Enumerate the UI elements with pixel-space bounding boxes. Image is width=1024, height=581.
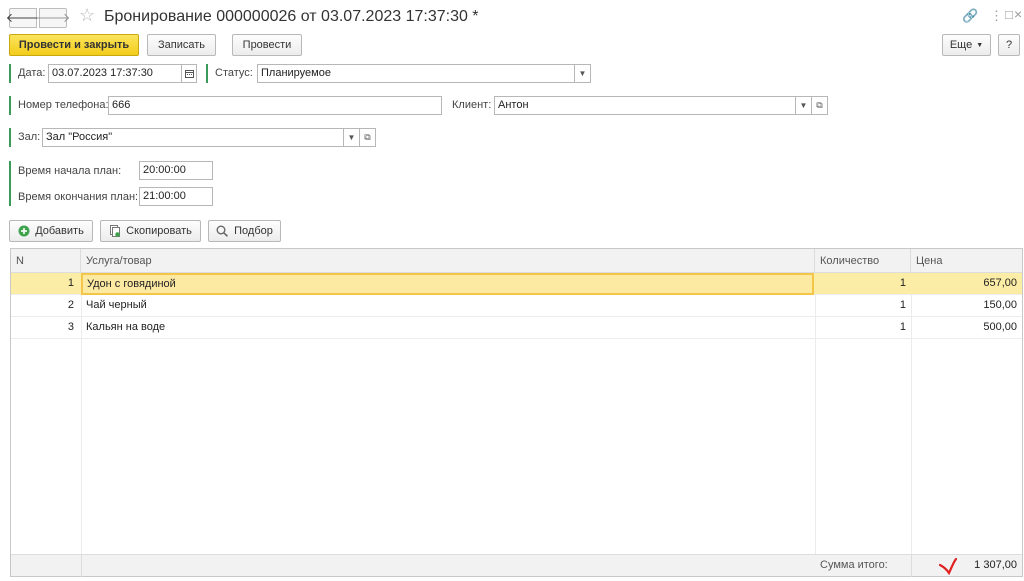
back-button[interactable]: 🡐 bbox=[6, 8, 40, 28]
open-icon[interactable]: ⧉ bbox=[360, 128, 376, 147]
row-price[interactable]: 150,00 bbox=[911, 295, 1022, 317]
row-qty[interactable]: 1 bbox=[815, 273, 911, 295]
row-price[interactable]: 500,00 bbox=[911, 317, 1022, 339]
start-time-label: Время начала план: bbox=[18, 165, 122, 177]
checkmark-annotation-icon bbox=[938, 557, 958, 576]
pick-button[interactable]: Подбор bbox=[208, 220, 281, 242]
client-label: Клиент: bbox=[452, 99, 492, 111]
total-label: Сумма итого: bbox=[820, 559, 888, 571]
row-item[interactable]: Удон с говядиной bbox=[81, 273, 814, 295]
phone-label: Номер телефона: bbox=[18, 99, 109, 111]
link-icon[interactable]: 🔗 bbox=[962, 8, 978, 24]
end-time-label: Время окончания план: bbox=[18, 191, 139, 203]
status-select[interactable]: Планируемое bbox=[257, 64, 575, 83]
post-button[interactable]: Провести bbox=[232, 34, 302, 56]
required-marker bbox=[9, 96, 11, 115]
chevron-down-icon[interactable]: ▼ bbox=[344, 128, 360, 147]
maximize-icon[interactable]: □ bbox=[1005, 7, 1013, 22]
save-button[interactable]: Записать bbox=[147, 34, 216, 56]
hall-label: Зал: bbox=[18, 131, 41, 143]
required-marker bbox=[206, 64, 208, 83]
copy-icon bbox=[110, 225, 121, 237]
services-table[interactable]: N Услуга/товар Количество Цена 1 Удон с … bbox=[10, 248, 1023, 577]
status-label: Статус: bbox=[215, 67, 253, 79]
table-footer: Сумма итого: 1 307,00 bbox=[11, 554, 1022, 577]
calendar-icon[interactable] bbox=[182, 64, 197, 83]
chevron-down-icon: ▼ bbox=[976, 41, 984, 49]
magnifier-icon bbox=[216, 225, 229, 237]
post-and-close-button[interactable]: Провести и закрыть bbox=[9, 34, 139, 56]
more-menu-icon[interactable]: ⋮ bbox=[990, 8, 1003, 24]
end-time-field[interactable]: 21:00:00 bbox=[139, 187, 213, 206]
row-number: 3 bbox=[67, 321, 74, 333]
date-field[interactable]: 03.07.2023 17:37:30 bbox=[48, 64, 182, 83]
row-qty[interactable]: 1 bbox=[815, 295, 911, 317]
pick-label: Подбор bbox=[234, 225, 273, 237]
row-item[interactable]: Чай черный bbox=[81, 295, 814, 317]
column-header-qty[interactable]: Количество bbox=[815, 249, 911, 273]
row-item[interactable]: Кальян на воде bbox=[81, 317, 814, 339]
table-row[interactable]: 3 Кальян на воде 1 500,00 bbox=[11, 317, 1022, 339]
client-select[interactable]: Антон bbox=[494, 96, 796, 115]
arrow-right-icon: 🡒 bbox=[35, 10, 71, 25]
phone-field[interactable]: 666 bbox=[108, 96, 442, 115]
help-button[interactable]: ? bbox=[998, 34, 1020, 56]
copy-label: Скопировать bbox=[126, 225, 192, 237]
chevron-down-icon[interactable]: ▼ bbox=[575, 64, 591, 83]
required-marker bbox=[9, 64, 11, 83]
copy-row-button[interactable]: Скопировать bbox=[100, 220, 201, 242]
add-label: Добавить bbox=[35, 225, 84, 237]
required-marker bbox=[9, 161, 11, 206]
column-header-price[interactable]: Цена bbox=[911, 249, 1022, 273]
window-title: Бронирование 000000026 от 03.07.2023 17:… bbox=[104, 8, 479, 25]
chevron-down-icon[interactable]: ▼ bbox=[796, 96, 812, 115]
close-icon[interactable]: × bbox=[1014, 6, 1022, 22]
date-label: Дата: bbox=[18, 67, 46, 79]
favorite-star-icon[interactable]: ☆ bbox=[79, 5, 95, 26]
open-icon[interactable]: ⧉ bbox=[812, 96, 828, 115]
row-price[interactable]: 657,00 bbox=[911, 273, 1022, 295]
column-divider bbox=[81, 555, 82, 577]
more-label: Еще bbox=[949, 39, 973, 51]
column-header-n[interactable]: N bbox=[11, 249, 81, 273]
start-time-field[interactable]: 20:00:00 bbox=[139, 161, 213, 180]
row-number: 2 bbox=[67, 299, 74, 311]
add-row-button[interactable]: Добавить bbox=[9, 220, 93, 242]
more-button[interactable]: Еще ▼ bbox=[942, 34, 991, 56]
required-marker bbox=[9, 128, 11, 147]
forward-button[interactable]: 🡒 bbox=[36, 8, 70, 28]
plus-circle-icon bbox=[18, 225, 30, 237]
row-number: 1 bbox=[67, 277, 74, 289]
table-row[interactable]: 1 Удон с говядиной 1 657,00 bbox=[11, 273, 1022, 295]
table-row[interactable]: 2 Чай черный 1 150,00 bbox=[11, 295, 1022, 317]
row-qty[interactable]: 1 bbox=[815, 317, 911, 339]
column-header-item[interactable]: Услуга/товар bbox=[81, 249, 815, 273]
hall-select[interactable]: Зал "Россия" bbox=[42, 128, 344, 147]
